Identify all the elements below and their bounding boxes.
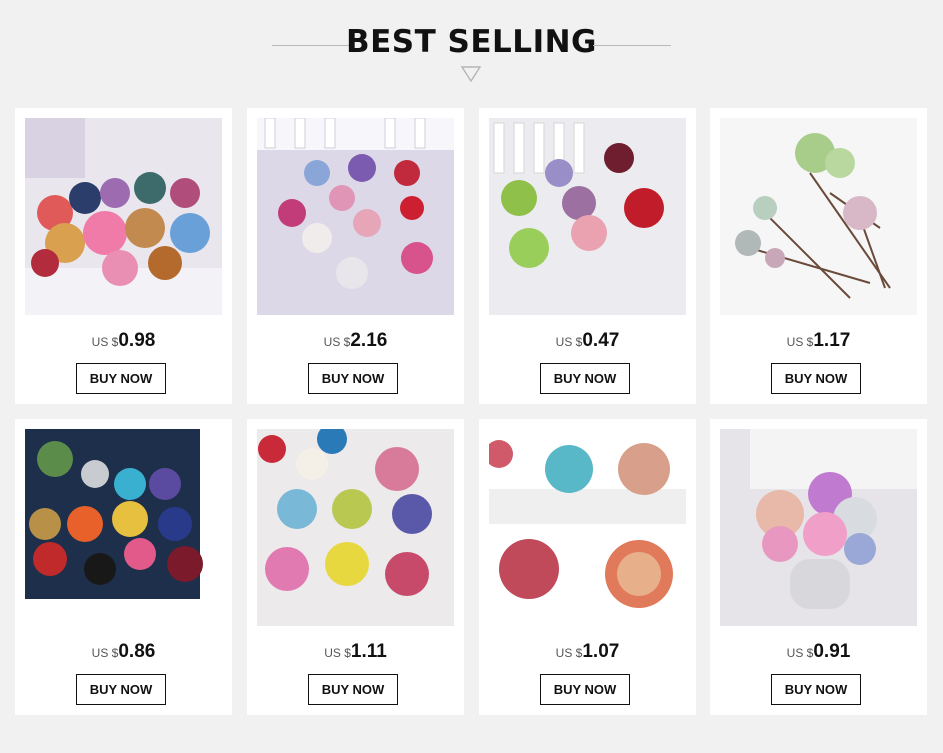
price-value: 0.91 — [813, 641, 851, 662]
price-value: 1.17 — [813, 330, 851, 351]
product-price: US $1.07 — [479, 641, 696, 663]
product-price: US $0.91 — [710, 641, 927, 663]
currency-label: US $ — [323, 335, 351, 349]
product-card[interactable]: US $1.17 BUY NOW — [710, 108, 927, 404]
price-value: 0.86 — [118, 641, 156, 662]
product-price: US $1.17 — [710, 330, 927, 352]
product-card[interactable]: US $1.11 BUY NOW — [247, 419, 464, 715]
product-price: US $0.47 — [479, 330, 696, 352]
currency-label: US $ — [91, 646, 119, 660]
product-price: US $1.11 — [247, 641, 464, 663]
product-price: US $0.98 — [15, 330, 232, 352]
price-value: 2.16 — [350, 330, 388, 351]
currency-label: US $ — [555, 335, 583, 349]
buy-now-button[interactable]: BUY NOW — [771, 363, 861, 394]
product-image[interactable] — [25, 118, 222, 315]
currency-label: US $ — [91, 335, 119, 349]
section-title: BEST SELLING — [345, 24, 597, 60]
title-divider-right — [593, 45, 671, 46]
product-card[interactable]: US $0.91 BUY NOW — [710, 419, 927, 715]
buy-now-button[interactable]: BUY NOW — [540, 674, 630, 705]
price-value: 0.98 — [118, 330, 156, 351]
buy-now-button[interactable]: BUY NOW — [540, 363, 630, 394]
product-image[interactable] — [489, 118, 686, 315]
price-value: 1.07 — [582, 641, 620, 662]
buy-now-button[interactable]: BUY NOW — [308, 363, 398, 394]
price-value: 1.11 — [350, 641, 387, 662]
product-card[interactable]: US $0.98 BUY NOW — [15, 108, 232, 404]
product-card[interactable]: US $2.16 BUY NOW — [247, 108, 464, 404]
product-image[interactable] — [257, 118, 454, 315]
product-card[interactable]: US $0.47 BUY NOW — [479, 108, 696, 404]
section-header: BEST SELLING — [0, 0, 943, 100]
product-card[interactable]: US $0.86 BUY NOW — [15, 419, 232, 715]
product-image[interactable] — [489, 429, 686, 626]
buy-now-button[interactable]: BUY NOW — [76, 674, 166, 705]
down-triangle-icon — [461, 66, 481, 82]
product-image[interactable] — [720, 118, 917, 315]
currency-label: US $ — [324, 646, 351, 660]
product-image[interactable] — [25, 429, 222, 626]
product-image[interactable] — [720, 429, 917, 626]
product-price: US $2.16 — [247, 330, 464, 352]
price-value: 0.47 — [582, 330, 620, 351]
product-price: US $0.86 — [15, 641, 232, 663]
currency-label: US $ — [786, 335, 814, 349]
buy-now-button[interactable]: BUY NOW — [76, 363, 166, 394]
product-card[interactable]: US $1.07 BUY NOW — [479, 419, 696, 715]
buy-now-button[interactable]: BUY NOW — [771, 674, 861, 705]
currency-label: US $ — [555, 646, 583, 660]
currency-label: US $ — [786, 646, 814, 660]
product-image[interactable] — [257, 429, 454, 626]
buy-now-button[interactable]: BUY NOW — [308, 674, 398, 705]
